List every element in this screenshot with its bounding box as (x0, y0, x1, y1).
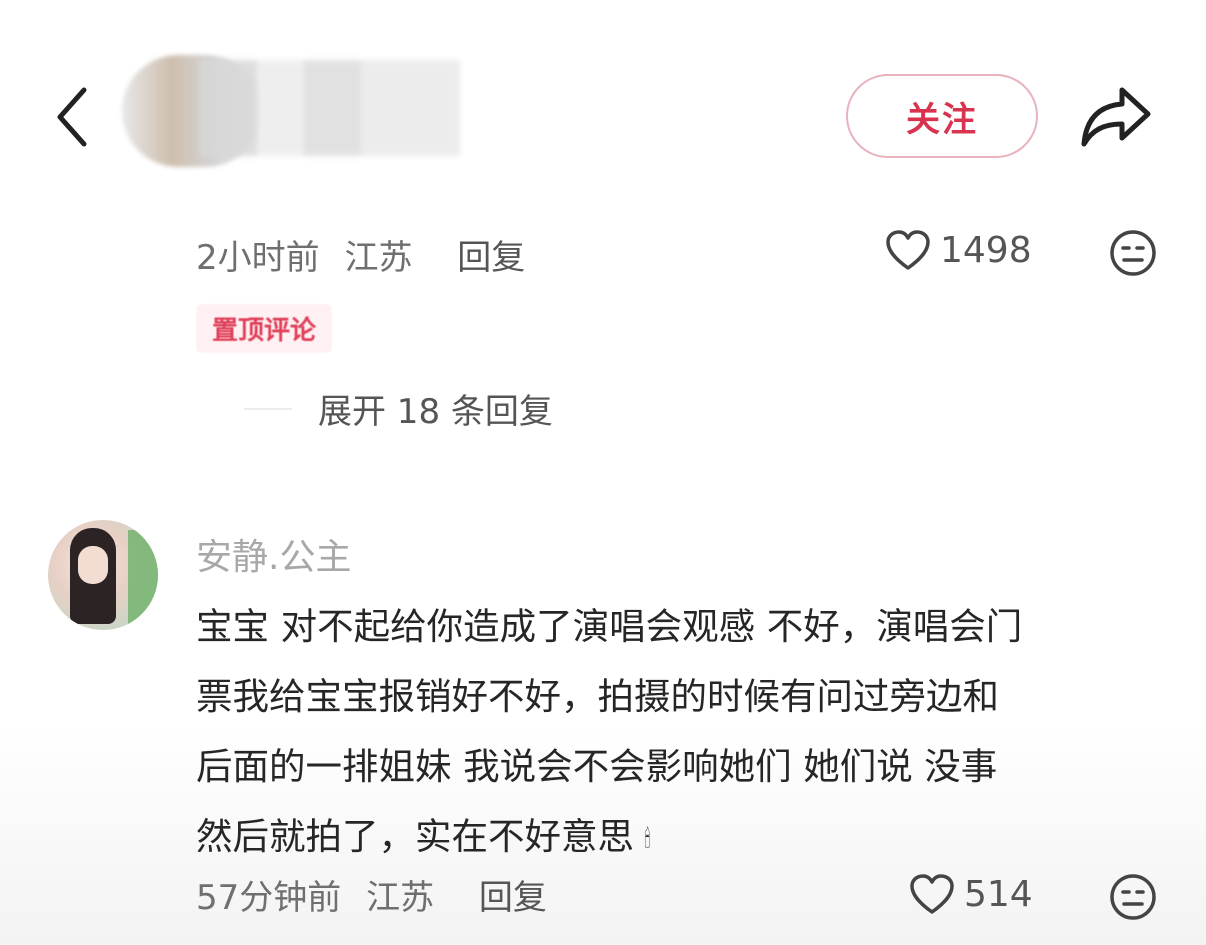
comment-2-line-1: 宝宝 对不起给你造成了演唱会观感 不好，演唱会门 (196, 605, 1023, 648)
neutral-face-icon (1110, 874, 1156, 920)
comment-2-reply-button[interactable]: 回复 (479, 878, 547, 918)
expand-replies-label: 展开 18 条回复 (318, 392, 553, 432)
comment-2-location: 江苏 (366, 878, 435, 918)
comment-2-like-count: 514 (964, 873, 1033, 915)
follow-button[interactable]: 关注 (846, 74, 1038, 158)
comment-2-line-3: 后面的一排姐妹 我说会不会影响她们 她们说 没事 (196, 745, 998, 788)
author-name-blurred (200, 60, 460, 156)
expand-divider (244, 407, 292, 410)
comment-2-dislike-button[interactable] (1108, 872, 1158, 922)
share-button[interactable] (1078, 82, 1154, 150)
comment-2-like-button[interactable]: 514 (908, 872, 1033, 916)
neutral-face-icon (1110, 230, 1156, 276)
heart-outline-icon (910, 874, 954, 914)
comment-2-avatar[interactable] (48, 520, 158, 630)
comment-1-location: 江苏 (344, 238, 413, 278)
comment-1-like-button[interactable]: 1498 (884, 228, 1032, 272)
comment-2-line-4: 然后就拍了，实在不好意思 (196, 815, 634, 858)
comment-2-body: 宝宝 对不起给你造成了演唱会观感 不好，演唱会门 票我给宝宝报销好不好，拍摄的时… (196, 592, 1176, 874)
comment-2-time: 57分钟前 (196, 878, 342, 918)
candle-emoji: 🕯 (644, 824, 651, 853)
comment-2-line-2: 票我给宝宝报销好不好，拍摄的时候有问过旁边和 (196, 675, 999, 718)
share-arrow-icon (1081, 87, 1151, 147)
comment-1-reply-button[interactable]: 回复 (457, 238, 525, 278)
comment-2-meta: 57分钟前 江苏 回复 (196, 870, 547, 919)
comment-1-like-count: 1498 (940, 229, 1032, 271)
comment-1-meta: 2小时前 江苏 回复 (196, 230, 525, 279)
comment-screen: 关注 2小时前 江苏 回复 1498 置顶评论 展开 18 条回复 安静.公主 … (0, 0, 1206, 945)
pinned-comment-badge: 置顶评论 (196, 304, 333, 353)
heart-outline-icon (886, 230, 930, 270)
chevron-left-icon (57, 87, 87, 147)
comment-1-time: 2小时前 (196, 238, 320, 278)
back-button[interactable] (48, 80, 98, 154)
comment-2-username[interactable]: 安静.公主 (196, 528, 351, 580)
comment-1-dislike-button[interactable] (1108, 228, 1158, 278)
comment-2-line-4-wrap: 然后就拍了，实在不好意思 🕯 (196, 802, 1176, 874)
expand-replies-button[interactable]: 展开 18 条回复 (244, 384, 553, 433)
